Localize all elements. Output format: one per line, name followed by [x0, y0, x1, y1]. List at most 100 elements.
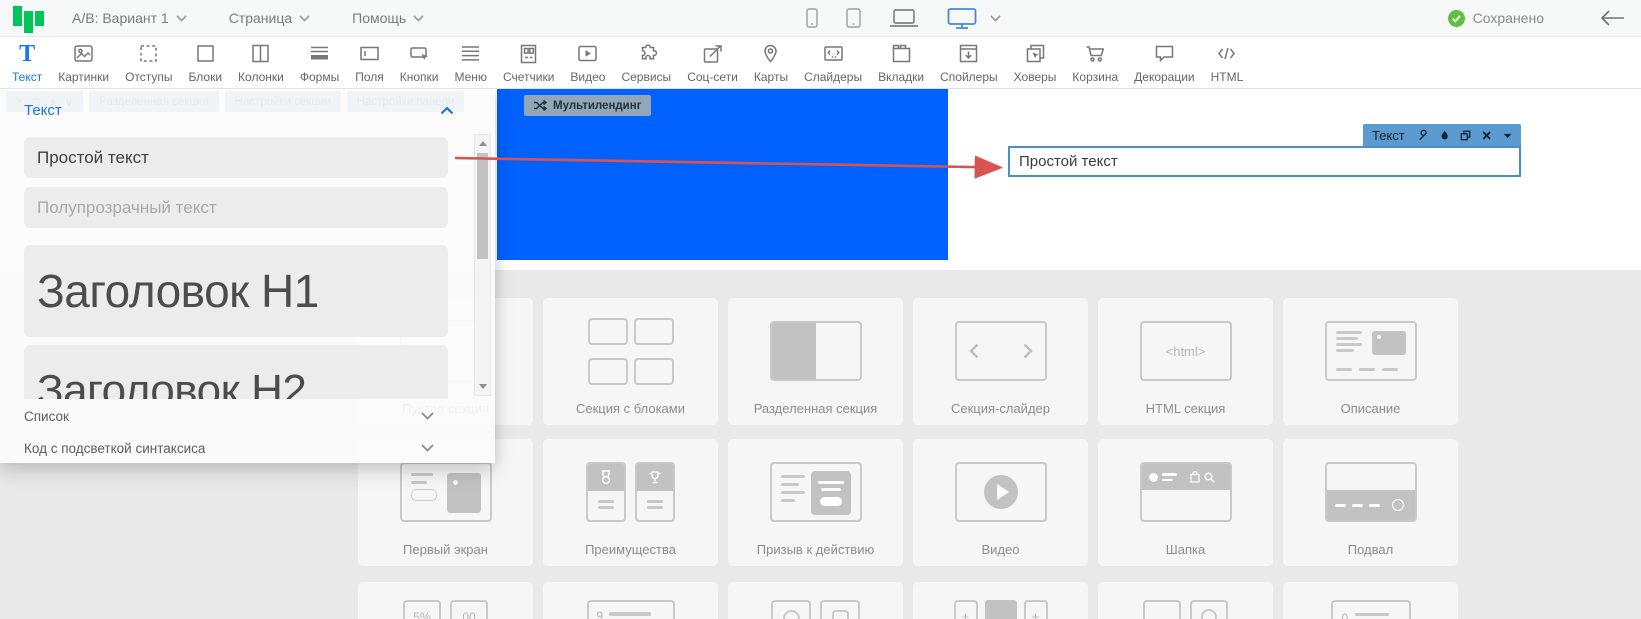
template-card-numbers[interactable]: 5% 00	[358, 582, 533, 619]
template-card-slider-section[interactable]: Секция-слайдер	[913, 298, 1088, 425]
medal-icon	[599, 469, 613, 486]
panel-scrollbar[interactable]	[474, 134, 491, 396]
bag-icon	[1190, 471, 1200, 483]
share-arrow-icon	[700, 41, 725, 66]
editor-window: A/B: Вариант 1 Страница Помощь Сохранено	[0, 0, 1641, 619]
widget-plain-text[interactable]: Простой текст	[24, 137, 448, 178]
save-status: Сохранено	[1448, 10, 1544, 27]
widget-translucent-text[interactable]: Полупрозрачный текст	[24, 187, 448, 228]
toolbar-item-images[interactable]: Картинки	[50, 37, 117, 88]
element-toolbar: Текст	[1363, 124, 1521, 147]
button-cursor-icon	[407, 41, 432, 66]
chevron-down-icon	[421, 444, 434, 452]
text-widgets-panel: Текст Простой текст Полупрозрачный текст…	[0, 89, 495, 463]
panel-section-title[interactable]: Текст	[24, 102, 62, 119]
chevron-left-icon	[969, 343, 979, 359]
panel-section-code[interactable]: Код с подсветкой синтаксиса	[0, 433, 472, 463]
multilanding-tag[interactable]: Мультилендинг	[524, 95, 651, 116]
toolbar-item-spoilers[interactable]: Спойлеры	[932, 37, 1006, 88]
back-arrow-button[interactable]	[1600, 10, 1625, 26]
menu-page-label: Страница	[229, 10, 292, 26]
template-card-split-section[interactable]: Разделенная секция	[728, 298, 903, 425]
image-icon	[71, 41, 96, 66]
template-card-advantages[interactable]: Преимущества	[543, 439, 718, 566]
menu-help[interactable]: Помощь	[352, 10, 424, 26]
toolbar-item-blocks[interactable]: Блоки	[181, 37, 231, 88]
menu-help-label: Помощь	[352, 10, 406, 26]
menu-ab-variant[interactable]: A/B: Вариант 1	[72, 10, 187, 26]
toolbar-item-social[interactable]: Соц-сети	[679, 37, 746, 88]
template-card-blocks-section[interactable]: Секция с блоками	[543, 298, 718, 425]
droplet-icon[interactable]	[1440, 129, 1449, 142]
toolbar-item-decorations[interactable]: Декорации	[1126, 37, 1203, 88]
placed-text-element[interactable]: Простой текст	[1008, 146, 1521, 177]
columns-icon	[248, 41, 273, 66]
toolbar-item-cart[interactable]: Корзина	[1064, 37, 1126, 88]
widget-heading-h1[interactable]: Заголовок H1	[24, 245, 448, 337]
duplicate-icon[interactable]	[1460, 129, 1471, 142]
template-card-footer[interactable]: Подвал	[1283, 439, 1458, 566]
template-card-header[interactable]: Шапка	[1098, 439, 1273, 566]
app-logo-icon[interactable]	[13, 3, 46, 33]
template-card-html-section[interactable]: <html> HTML секция	[1098, 298, 1273, 425]
search-icon	[1204, 472, 1215, 483]
dashed-box-icon	[136, 41, 161, 66]
device-menu-chevron-icon[interactable]	[990, 15, 1001, 22]
toolbar-item-html[interactable]: HTML	[1203, 37, 1252, 88]
scroll-up-arrow[interactable]	[479, 141, 487, 146]
save-status-label: Сохранено	[1473, 10, 1544, 26]
template-card-video[interactable]: Видео	[913, 439, 1088, 566]
device-tablet-button[interactable]	[846, 8, 861, 28]
arrow-into-box-icon	[956, 41, 981, 66]
template-card-counter-block[interactable]: 0	[1283, 582, 1458, 619]
toolbar-item-forms[interactable]: Формы	[292, 37, 347, 88]
panel-section-list[interactable]: Список	[0, 401, 472, 431]
chevron-down-icon	[421, 412, 434, 420]
toolbar-item-menu[interactable]: Меню	[447, 37, 495, 88]
template-row-2: Первый экран	[358, 439, 1458, 566]
code-brackets-icon	[1214, 41, 1239, 66]
toolbar-item-tabs[interactable]: Вкладки	[870, 37, 932, 88]
template-card-review[interactable]: 9	[543, 582, 718, 619]
multilanding-tag-label: Мультилендинг	[553, 100, 642, 112]
scroll-down-arrow[interactable]	[479, 384, 487, 389]
toolbar-item-sliders[interactable]: Слайдеры	[796, 37, 870, 88]
slider-icon	[821, 41, 846, 66]
template-card-gallery[interactable]: + +	[913, 582, 1088, 619]
toolbar-item-text[interactable]: T Текст	[4, 37, 50, 88]
speech-bubble-icon	[1152, 41, 1177, 66]
template-row-1: Пустая секция Секция с блоками Разделенн…	[358, 298, 1458, 425]
chevron-up-icon[interactable]	[440, 106, 454, 115]
shuffle-icon	[533, 99, 547, 112]
toolbar-item-spacing[interactable]: Отступы	[117, 37, 180, 88]
device-phone-button[interactable]	[806, 8, 818, 28]
topbar: A/B: Вариант 1 Страница Помощь Сохранено	[0, 0, 1641, 37]
toolbar-item-columns[interactable]: Колонки	[230, 37, 292, 88]
device-switcher	[806, 0, 1001, 36]
widget-heading-h2[interactable]: Заголовок H2	[24, 345, 448, 399]
template-card-description[interactable]: Описание	[1283, 298, 1458, 425]
toolbar-item-fields[interactable]: Поля	[347, 37, 392, 88]
hamburger-icon	[458, 41, 483, 66]
form-icon	[307, 41, 332, 66]
device-desktop-button[interactable]	[947, 8, 977, 29]
square-icon	[193, 41, 218, 66]
toolbar-item-video[interactable]: Видео	[562, 37, 613, 88]
layers-cursor-icon	[1023, 41, 1048, 66]
menu-page[interactable]: Страница	[229, 10, 310, 26]
template-card-cta[interactable]: Призыв к действию	[728, 439, 903, 566]
toolbar-item-hovers[interactable]: Ховеры	[1006, 37, 1065, 88]
close-icon[interactable]	[1482, 130, 1491, 141]
toolbar-item-counters[interactable]: Счетчики	[495, 37, 562, 88]
wrench-icon[interactable]	[1418, 129, 1429, 142]
toolbar-item-maps[interactable]: Карты	[746, 37, 796, 88]
device-laptop-button[interactable]	[889, 9, 919, 28]
toolbar-item-buttons[interactable]: Кнопки	[392, 37, 447, 88]
toolbar-item-services[interactable]: Сервисы	[613, 37, 679, 88]
puzzle-icon	[634, 41, 659, 66]
scrollbar-thumb[interactable]	[477, 153, 488, 259]
template-card-contacts[interactable]	[728, 582, 903, 619]
placed-text-value: Простой текст	[1010, 153, 1118, 170]
template-card-widgets[interactable]	[1098, 582, 1273, 619]
chevron-down-icon[interactable]	[1503, 132, 1512, 140]
